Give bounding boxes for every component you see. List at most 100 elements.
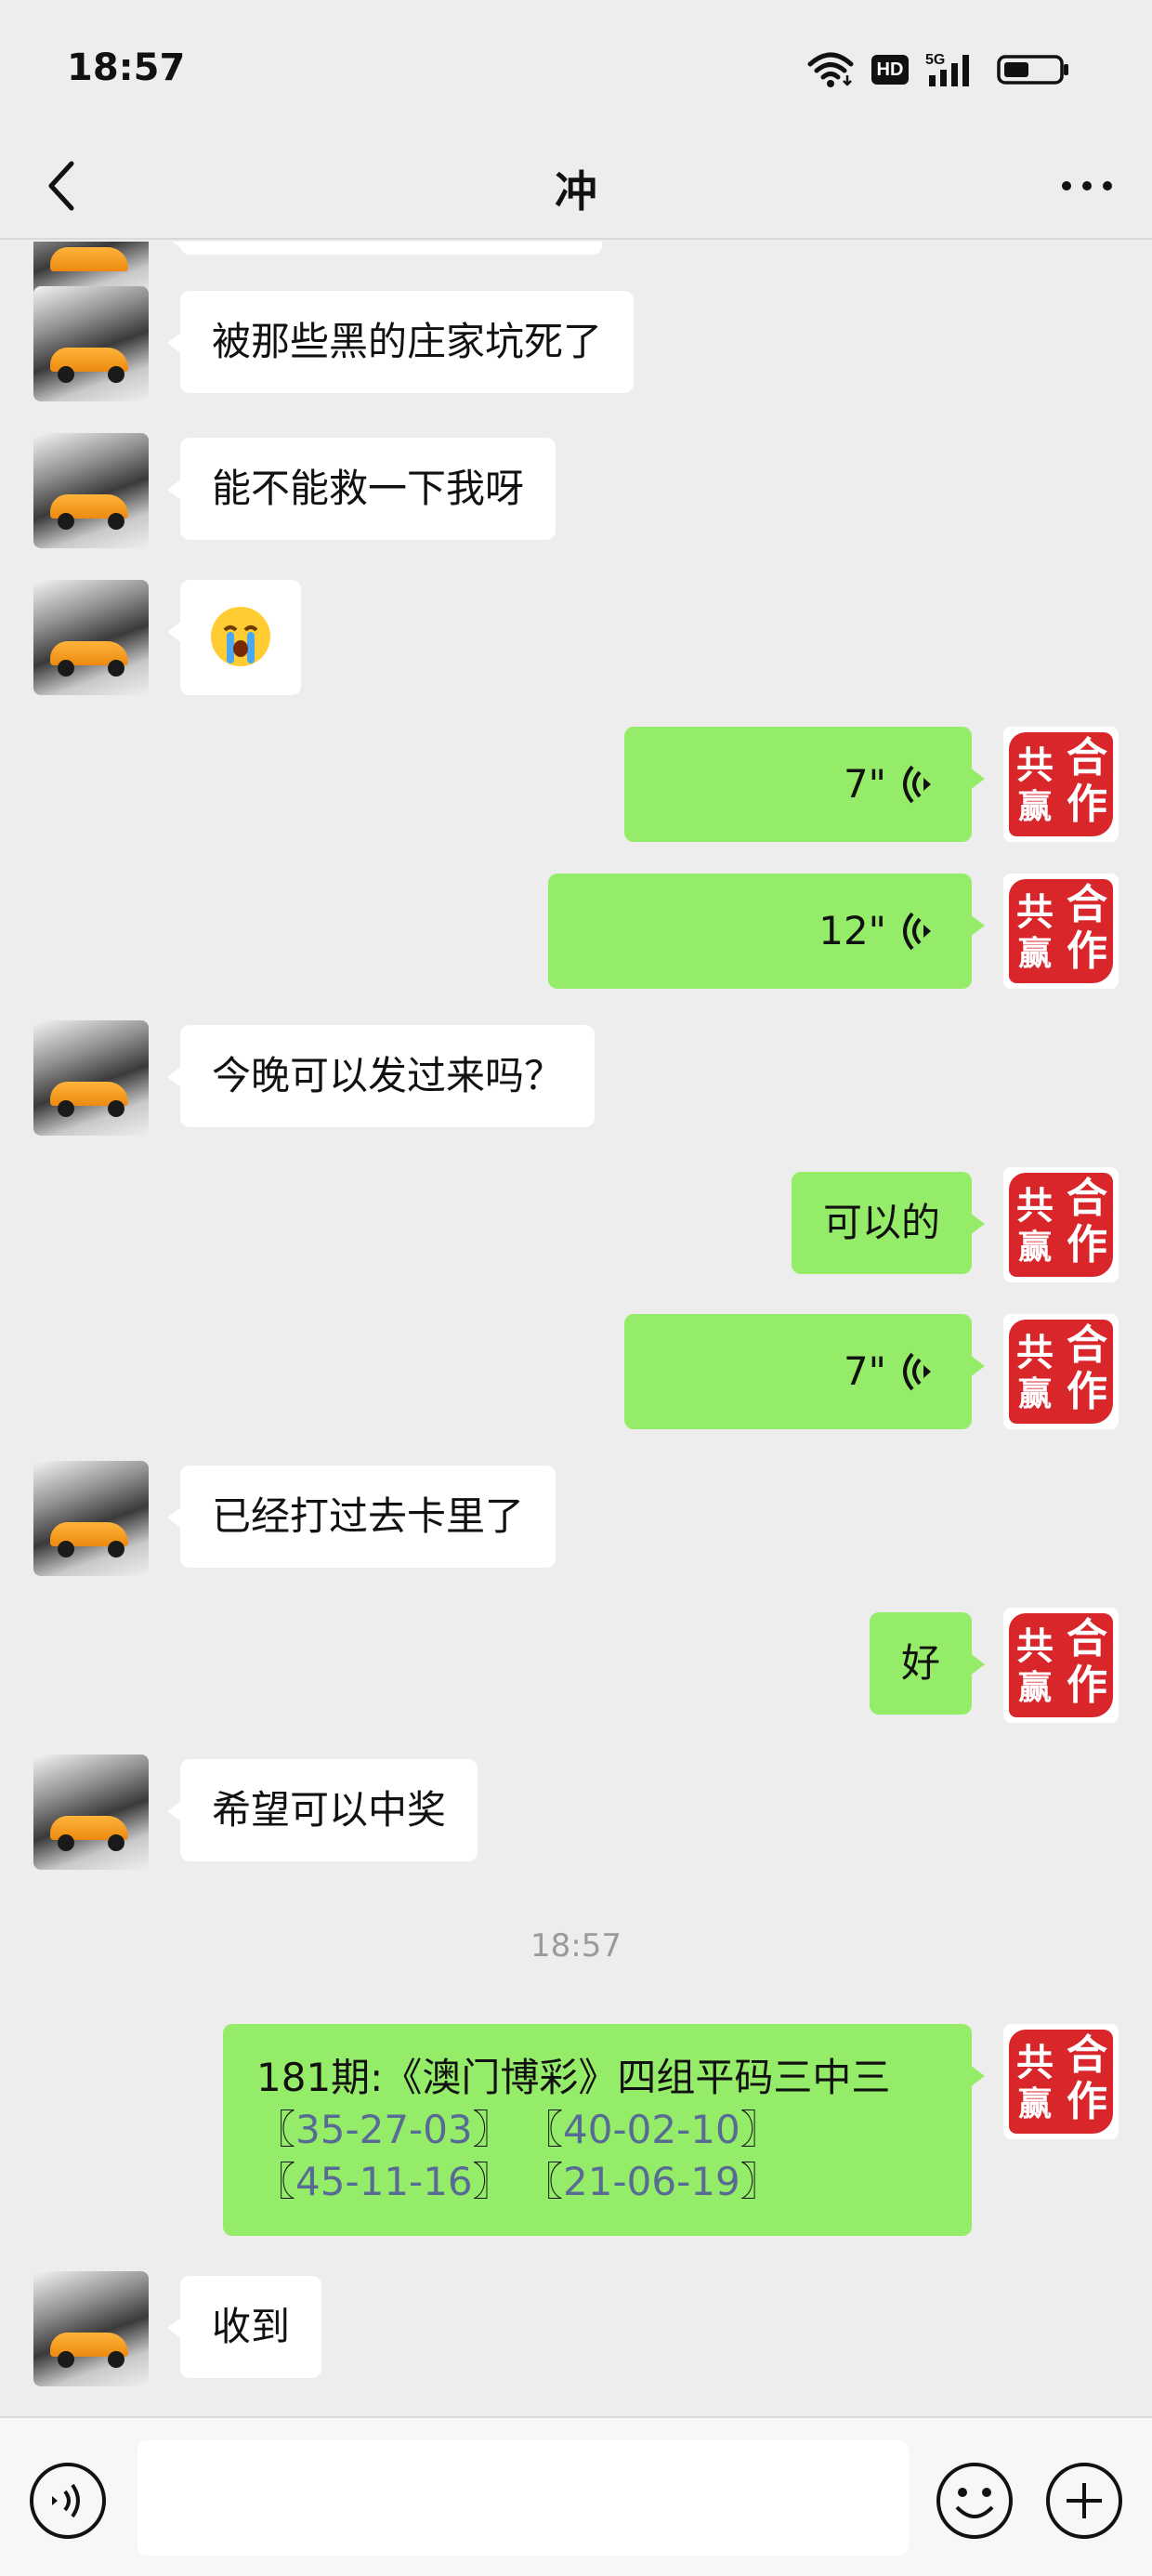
bracket-text: 〖	[524, 2107, 564, 2152]
more-dot-icon	[1082, 181, 1092, 191]
emoji-icon	[936, 2463, 1013, 2539]
contact-avatar[interactable]	[33, 1020, 149, 1136]
seal-avatar-icon: 合 作 共 赢	[1009, 1173, 1113, 1277]
wheel-shape	[108, 1834, 124, 1851]
wheel-shape	[108, 513, 124, 530]
wheel-shape	[108, 2351, 124, 2368]
voice-wave-icon	[903, 765, 931, 804]
voice-input-icon	[30, 2463, 106, 2539]
message-bubble-partial[interactable]	[167, 242, 602, 255]
seal-char: 合	[1067, 734, 1107, 782]
plus-icon	[1046, 2463, 1122, 2539]
message-list[interactable]: 被那些黑的庄家坑死了 能不能救一下我呀 合 作 共 赢 7" 合 作 共 赢 1…	[0, 242, 1152, 2416]
wheel-shape	[108, 660, 124, 677]
seal-char: 作	[1067, 781, 1107, 828]
code-link[interactable]: 21-06-19	[563, 2159, 740, 2204]
seal-char: 共	[1016, 2041, 1054, 2084]
chat-title: 冲	[555, 166, 597, 217]
contact-avatar[interactable]	[33, 1461, 149, 1576]
more-input-button[interactable]	[1044, 2461, 1124, 2541]
self-avatar[interactable]: 合 作 共 赢	[1003, 874, 1119, 989]
message-line: 〖45-11-16〗 〖21-06-19〗	[256, 2156, 938, 2208]
code-link[interactable]: 35-27-03	[295, 2107, 473, 2152]
message-bubble[interactable]: 好	[869, 1612, 986, 1715]
code-link[interactable]: 40-02-10	[563, 2107, 740, 2152]
svg-text:5G: 5G	[925, 52, 945, 68]
seal-char: 作	[1067, 1368, 1107, 1415]
voice-message-bubble[interactable]: 7"	[624, 1314, 985, 1429]
self-avatar[interactable]: 合 作 共 赢	[1003, 1314, 1119, 1429]
seal-char: 合	[1067, 1615, 1107, 1663]
message-input[interactable]	[137, 2440, 909, 2556]
seal-char: 共	[1016, 890, 1054, 934]
message-line: 181期:《澳门博彩》四组平码三中三	[256, 2055, 891, 2100]
wheel-shape	[108, 1100, 124, 1117]
wheel-shape	[58, 2351, 74, 2368]
seal-char: 赢	[1018, 1374, 1053, 1413]
seal-avatar-icon: 合 作 共 赢	[1009, 879, 1113, 983]
voice-message-bubble[interactable]: 7"	[624, 727, 985, 842]
voice-message-bubble[interactable]: 12"	[548, 874, 985, 989]
self-avatar[interactable]: 合 作 共 赢	[1003, 1167, 1119, 1282]
seal-char: 合	[1067, 881, 1107, 928]
self-avatar[interactable]: 合 作 共 赢	[1003, 1608, 1119, 1723]
contact-avatar[interactable]	[33, 433, 149, 548]
bracket-text: 〗	[740, 2107, 779, 2152]
message-bubble[interactable]: 收到	[166, 2276, 322, 2378]
self-avatar[interactable]: 合 作 共 赢	[1003, 727, 1119, 842]
message-bubble[interactable]: 被那些黑的庄家坑死了	[166, 291, 635, 393]
seal-char: 赢	[1018, 934, 1053, 973]
more-options-button[interactable]	[1050, 152, 1124, 219]
voice-wave-icon	[903, 912, 931, 951]
voice-input-button[interactable]	[28, 2461, 108, 2541]
emoji-button[interactable]	[935, 2461, 1015, 2541]
message-bubble-multiline[interactable]: 181期:《澳门博彩》四组平码三中三 〖35-27-03〗 〖40-02-10〗…	[223, 2024, 985, 2236]
more-dot-icon	[1103, 181, 1112, 191]
seal-avatar-icon: 合 作 共 赢	[1009, 1320, 1113, 1424]
message-bubble[interactable]: 已经打过去卡里了	[166, 1465, 556, 1568]
wheel-shape	[58, 366, 74, 383]
wheel-shape	[58, 1834, 74, 1851]
crying-face-emoji	[211, 607, 270, 666]
status-bar: 18:57 HD 5G	[0, 0, 1152, 130]
message-bubble[interactable]: 可以的	[791, 1172, 986, 1274]
contact-avatar[interactable]	[33, 580, 149, 695]
message-line: 〖35-27-03〗 〖40-02-10〗	[256, 2104, 938, 2156]
wheel-shape	[58, 1100, 74, 1117]
message-bubble[interactable]: 今晚可以发过来吗？	[166, 1025, 596, 1127]
message-bubble[interactable]: 希望可以中奖	[166, 1759, 478, 1861]
contact-avatar[interactable]	[33, 286, 149, 401]
seal-char: 赢	[1018, 1228, 1053, 1267]
seal-char: 赢	[1018, 1668, 1053, 1707]
seal-avatar-icon: 合 作 共 赢	[1009, 1613, 1113, 1717]
seal-char: 作	[1067, 1662, 1107, 1709]
input-bar	[0, 2416, 1152, 2576]
contact-avatar[interactable]	[33, 1755, 149, 1870]
seal-char: 合	[1067, 2031, 1107, 2079]
more-dot-icon	[1062, 181, 1071, 191]
message-bubble-emoji[interactable]	[167, 580, 301, 695]
chat-header: 冲	[0, 130, 1152, 240]
wheel-shape	[58, 513, 74, 530]
seal-char: 共	[1016, 743, 1054, 787]
seal-avatar-icon: 合 作 共 赢	[1009, 732, 1113, 836]
self-avatar[interactable]: 合 作 共 赢	[1003, 2024, 1119, 2139]
bracket-text: 〗	[472, 2107, 512, 2152]
code-link[interactable]: 45-11-16	[295, 2159, 473, 2204]
signal-5g-icon: 5G	[925, 52, 969, 86]
seal-char: 作	[1067, 2078, 1107, 2125]
message-timestamp: 18:57	[530, 1927, 622, 1965]
seal-char: 作	[1067, 1221, 1107, 1268]
seal-char: 合	[1067, 1321, 1107, 1369]
bracket-text: 〗	[740, 2159, 779, 2204]
wheel-shape	[108, 366, 124, 383]
wheel-shape	[108, 1541, 124, 1557]
wheel-shape	[58, 1541, 74, 1557]
seal-char: 共	[1016, 1624, 1054, 1668]
message-bubble[interactable]: 能不能救一下我呀	[166, 438, 556, 540]
wifi-icon	[807, 52, 854, 87]
bracket-text: 〖	[256, 2159, 296, 2204]
hd-badge: HD	[871, 55, 909, 85]
seal-char: 合	[1067, 1175, 1107, 1222]
contact-avatar[interactable]	[33, 2271, 149, 2386]
